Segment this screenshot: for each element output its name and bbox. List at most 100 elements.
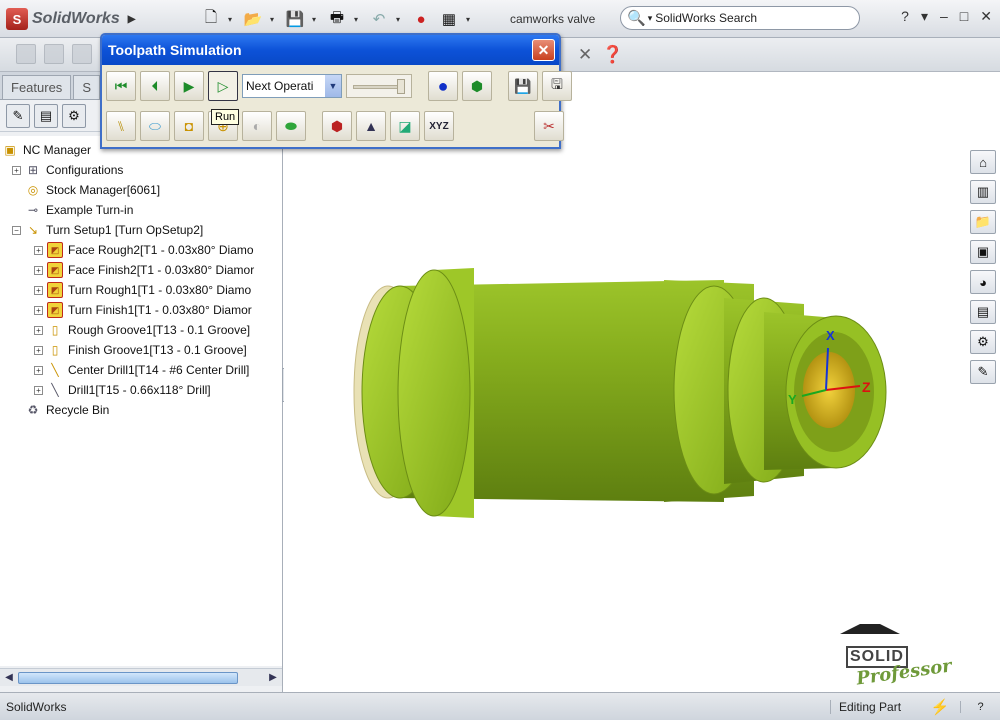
search-dropdown-icon[interactable]: ▾ xyxy=(648,13,653,24)
property-manager-icon[interactable]: ▤ xyxy=(34,103,58,128)
play-icon[interactable]: ▶ xyxy=(174,71,204,101)
tool-display-icon[interactable]: ⑊ xyxy=(106,111,136,141)
stop-icon[interactable]: ● xyxy=(428,71,458,101)
tree-item[interactable]: + ╲ Center Drill1[T14 - #6 Center Drill] xyxy=(0,360,282,380)
menu-arrow-icon[interactable]: ▶ xyxy=(128,14,136,25)
tab-features[interactable]: Features xyxy=(2,75,72,99)
holder-display-icon[interactable]: ◘ xyxy=(174,111,204,141)
tree-item[interactable]: + ◩ Turn Rough1[T1 - 0.03x80° Diamo xyxy=(0,280,282,300)
cross-tool-icon[interactable]: ✕ xyxy=(578,45,592,65)
save-dropdown-icon[interactable]: ▾ xyxy=(312,15,320,24)
help-dropdown-icon[interactable]: ▾ xyxy=(921,8,928,25)
tree-item[interactable]: ♻ Recycle Bin xyxy=(0,400,282,420)
new-dropdown-icon[interactable]: ▾ xyxy=(228,15,236,24)
scroll-right-icon[interactable]: ▶ xyxy=(264,669,282,686)
rebuild-traffic-light-icon[interactable]: ● xyxy=(410,8,432,30)
rebuild-status-icon[interactable]: ⚡ xyxy=(920,698,960,716)
slider-knob[interactable] xyxy=(397,79,405,94)
tree-item[interactable]: + ◩ Face Finish2[T1 - 0.03x80° Diamor xyxy=(0,260,282,280)
expand-icon[interactable]: + xyxy=(34,345,43,355)
chevron-down-icon[interactable]: ▼ xyxy=(325,75,341,97)
show-target-part-icon[interactable]: ⬢ xyxy=(322,111,352,141)
print-dropdown-icon[interactable]: ▾ xyxy=(354,15,362,24)
expand-icon[interactable]: + xyxy=(34,365,43,375)
groove-icon: ▯ xyxy=(51,323,59,337)
section-view-icon[interactable]: ◪ xyxy=(390,111,420,141)
document-recovery-icon[interactable]: ✎ xyxy=(970,360,996,384)
stock-display-icon[interactable]: ⬢ xyxy=(462,71,492,101)
save-simulation-icon[interactable]: 💾 xyxy=(508,71,538,101)
options-icon[interactable]: ▦ xyxy=(438,8,460,30)
difference-view-icon[interactable]: ▲ xyxy=(356,111,386,141)
tool-icon[interactable] xyxy=(44,44,64,64)
scrollbar-thumb[interactable] xyxy=(18,671,238,684)
help-tool-icon[interactable]: ❓ xyxy=(602,45,623,65)
step-mode-select[interactable]: Next Operati ▼ xyxy=(242,74,342,98)
tree-item[interactable]: + ▯ Rough Groove1[T13 - 0.1 Groove] xyxy=(0,320,282,340)
new-document-icon[interactable]: 🗋 xyxy=(200,8,222,30)
toolpath-mode-icon[interactable]: ⬭ xyxy=(140,111,170,141)
expand-icon[interactable]: + xyxy=(34,305,43,315)
design-library-icon[interactable]: ▥ xyxy=(970,180,996,204)
dialog-close-icon[interactable]: ✕ xyxy=(532,39,555,61)
tab-sketch[interactable]: S xyxy=(73,75,100,99)
status-help-icon[interactable]: ? xyxy=(960,700,1000,713)
camworks-icon[interactable]: ⚙ xyxy=(970,330,996,354)
tree-item[interactable]: + ◩ Turn Finish1[T1 - 0.03x80° Diamor xyxy=(0,300,282,320)
view-palette-icon[interactable]: ▣ xyxy=(970,240,996,264)
tree-item[interactable]: ◎ Stock Manager[6061] xyxy=(0,180,282,200)
save-icon[interactable]: 💾 xyxy=(284,8,306,30)
expand-icon[interactable]: + xyxy=(34,265,43,275)
app-logo[interactable]: S SolidWorks ▶ xyxy=(6,7,135,31)
run-button[interactable]: ▷ xyxy=(208,71,238,101)
collapse-icon[interactable]: − xyxy=(12,225,21,235)
appearances-icon[interactable]: ◕ xyxy=(970,270,996,294)
stock-translucent-icon[interactable]: ⬬ xyxy=(276,111,306,141)
undo-icon[interactable]: ↶ xyxy=(368,8,390,30)
tool-icon[interactable] xyxy=(16,44,36,64)
resources-icon[interactable]: ⌂ xyxy=(970,150,996,174)
tree-item[interactable]: + ⊞ Configurations xyxy=(0,160,282,180)
help-icon[interactable]: ? xyxy=(901,8,909,25)
tree-item[interactable]: + ◩ Face Rough2[T1 - 0.03x80° Diamo xyxy=(0,240,282,260)
search-input[interactable]: SolidWorks Search xyxy=(655,11,757,25)
tree-item-label: Drill1[T15 - 0.66x118° Drill] xyxy=(68,383,211,397)
file-explorer-icon[interactable]: 📁 xyxy=(970,210,996,234)
translucent-icon[interactable]: ◐ xyxy=(242,111,272,141)
expand-icon[interactable]: + xyxy=(34,385,43,395)
print-icon[interactable]: 🖶 xyxy=(326,8,348,30)
search-box[interactable]: 🔍 ▾ SolidWorks Search xyxy=(620,6,860,30)
graphics-viewport[interactable]: Z X Y ⌂ ▥ 📁 ▣ ◕ ▤ ⚙ ✎ xyxy=(284,72,1000,692)
simulation-speed-slider[interactable] xyxy=(346,74,412,98)
expand-icon[interactable]: + xyxy=(34,325,43,335)
coordinate-system-button[interactable]: XYZ xyxy=(424,111,454,141)
custom-properties-icon[interactable]: ▤ xyxy=(970,300,996,324)
tree-item[interactable]: ⊸ Example Turn-in xyxy=(0,200,282,220)
expand-icon[interactable]: + xyxy=(12,165,21,175)
horizontal-scrollbar[interactable]: ◀ ▶ xyxy=(0,668,282,686)
tree-item[interactable]: + ▯ Finish Groove1[T13 - 0.1 Groove] xyxy=(0,340,282,360)
scroll-left-icon[interactable]: ◀ xyxy=(0,669,18,686)
previous-step-icon[interactable]: ⏴ xyxy=(140,71,170,101)
save-stl-icon[interactable]: 🖫 xyxy=(542,71,572,101)
expand-icon[interactable]: + xyxy=(34,245,43,255)
configuration-manager-icon[interactable]: ⚙ xyxy=(62,103,86,128)
expand-icon[interactable]: + xyxy=(34,285,43,295)
tree-item[interactable]: + ╲ Drill1[T15 - 0.66x118° Drill] xyxy=(0,380,282,400)
tool-icon[interactable] xyxy=(72,44,92,64)
open-dropdown-icon[interactable]: ▾ xyxy=(270,15,278,24)
dialog-title-bar[interactable]: Toolpath Simulation ✕ xyxy=(102,35,559,65)
options-dropdown-icon[interactable]: ▾ xyxy=(466,15,474,24)
close-window-icon[interactable]: ✕ xyxy=(980,8,992,25)
rewind-to-start-icon[interactable]: ⏮ xyxy=(106,71,136,101)
tree-item-label: Rough Groove1[T13 - 0.1 Groove] xyxy=(68,323,251,337)
y-axis-label: Y xyxy=(788,392,797,407)
feature-manager-icon[interactable]: ✎ xyxy=(6,103,30,128)
undo-dropdown-icon[interactable]: ▾ xyxy=(396,15,404,24)
minimize-icon[interactable]: – xyxy=(940,8,948,25)
tree-item[interactable]: − ↘ Turn Setup1 [Turn OpSetup2] xyxy=(0,220,282,240)
maximize-icon[interactable]: □ xyxy=(960,8,968,25)
open-folder-icon[interactable]: 📂 xyxy=(242,8,264,30)
tools-options-icon[interactable]: ✂ xyxy=(534,111,564,141)
solidprofessor-logo: SOLID Professor xyxy=(840,624,970,690)
